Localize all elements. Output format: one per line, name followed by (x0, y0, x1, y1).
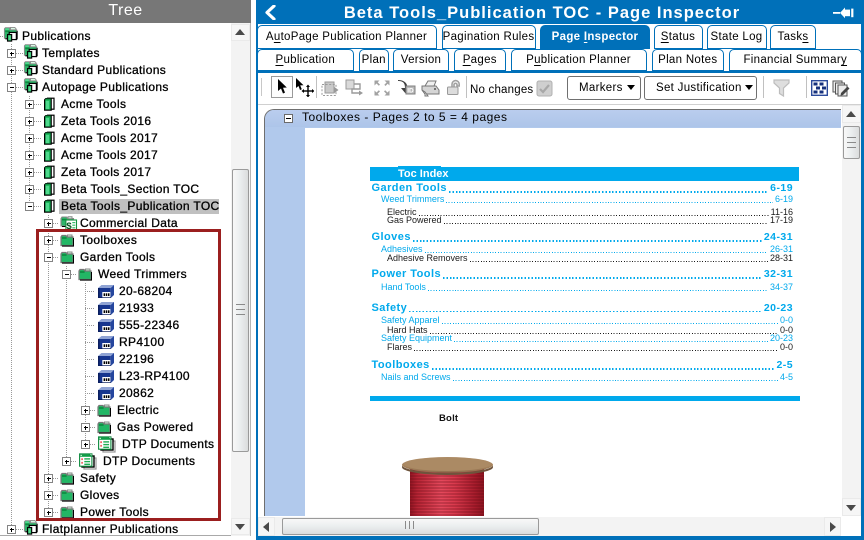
svg-text:ID: ID (407, 88, 414, 95)
